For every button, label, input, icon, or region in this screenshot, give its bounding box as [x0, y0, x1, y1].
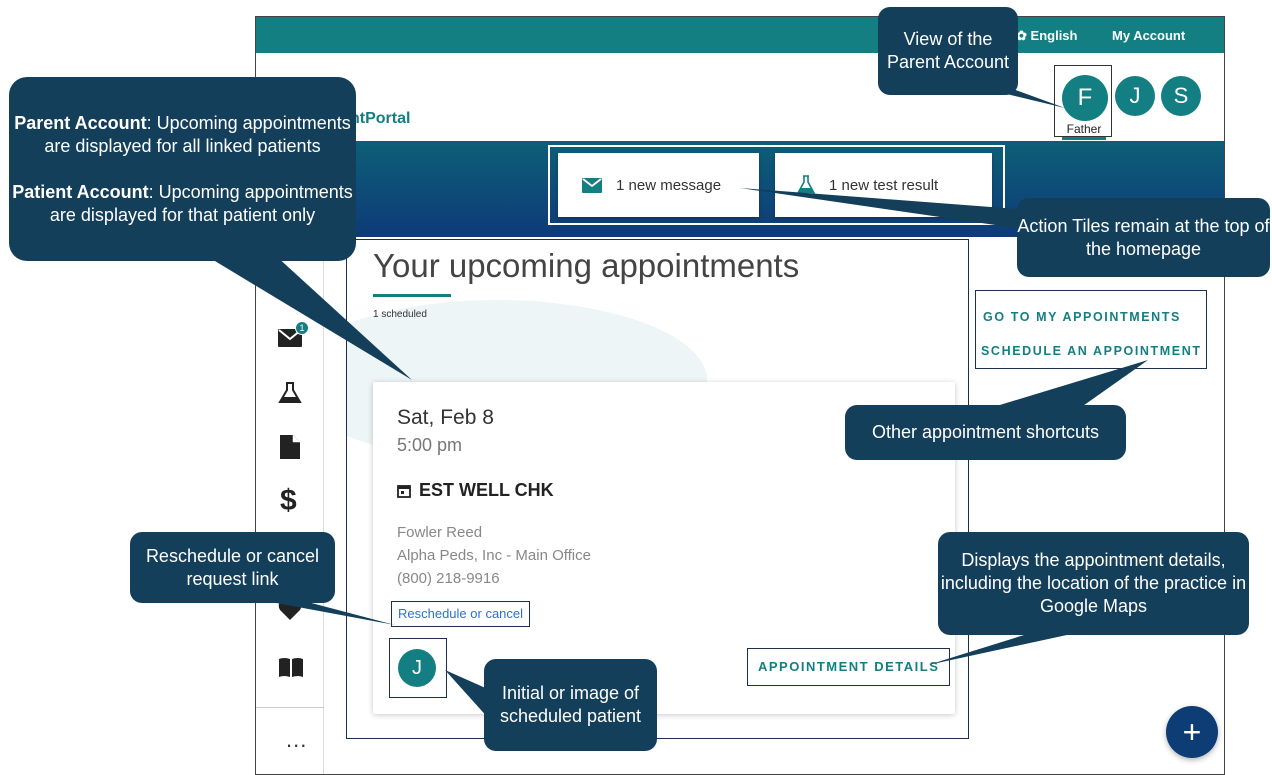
- leader-details: [928, 630, 1090, 665]
- callout-appointment-details: Displays the appointment details, includ…: [938, 532, 1249, 635]
- callout-reschedule: Reschedule or cancel request link: [130, 532, 335, 603]
- callout-patient-bold: Patient Account: [12, 181, 149, 202]
- callout-patient-initial: Initial or image of scheduled patient: [484, 659, 657, 751]
- leader-action-tiles: [740, 188, 1030, 230]
- leader-other-shortcuts: [990, 360, 1148, 408]
- callout-action-tiles: Action Tiles remain at the top of the ho…: [1017, 198, 1270, 277]
- callout-view-parent: View of the Parent Account: [878, 7, 1018, 95]
- leader-parent: [205, 255, 412, 380]
- callout-parent-account: Parent Account: Upcoming appointments ar…: [9, 77, 356, 261]
- callout-parent-bold: Parent Account: [14, 112, 147, 133]
- callout-other-shortcuts: Other appointment shortcuts: [845, 405, 1126, 460]
- leader-reschedule: [260, 600, 395, 625]
- screenshot-stage: ✿ English My Account ntPortal F Father J…: [0, 0, 1272, 775]
